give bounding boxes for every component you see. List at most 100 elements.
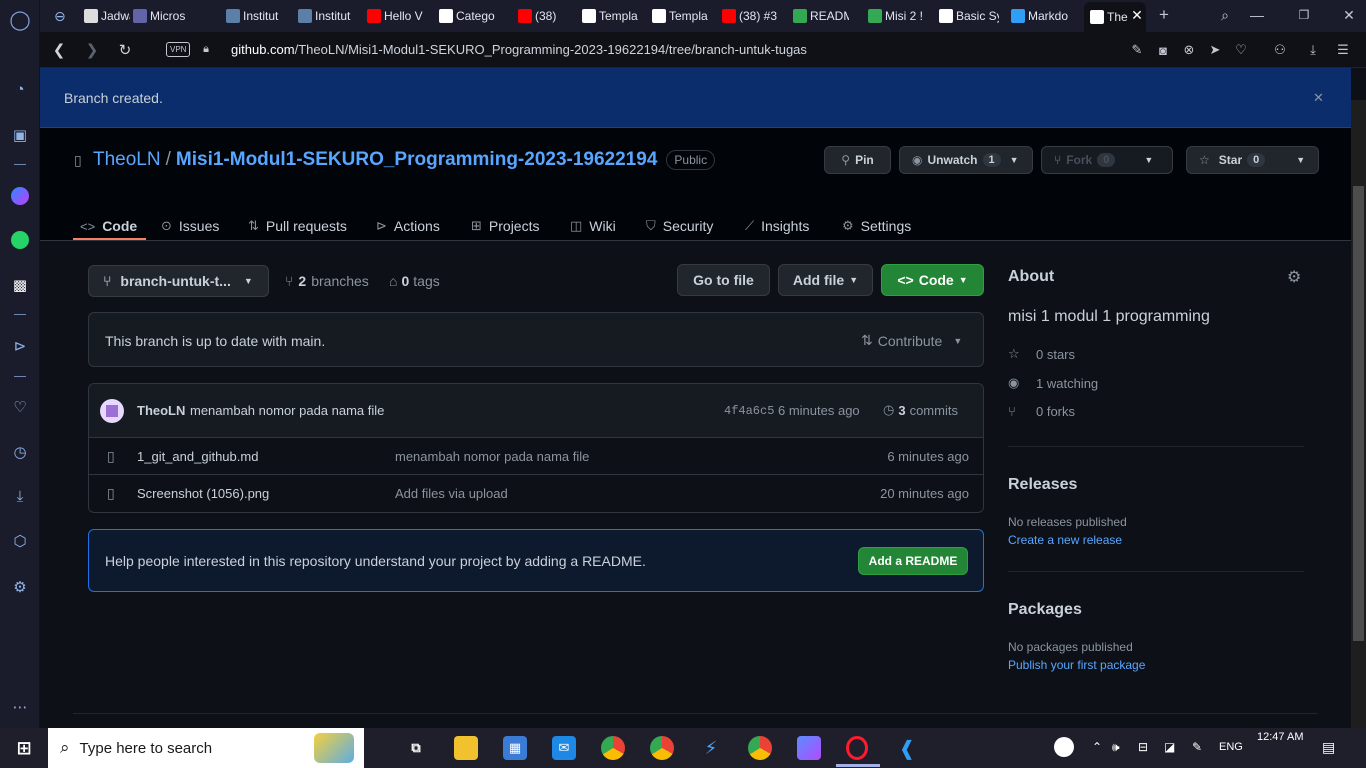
vscode-icon[interactable]: ❰ (895, 736, 919, 760)
file-name-link[interactable]: Screenshot (1056).png (137, 486, 269, 501)
fork-button[interactable]: ⑂ Fork 0 ▼ (1041, 146, 1173, 174)
scrollbar-thumb[interactable] (1353, 186, 1364, 641)
browser-tab[interactable]: Misi 2 ! (868, 4, 928, 28)
contribute-button[interactable]: ⇅ Contribute ▼ (861, 332, 962, 349)
heart-icon[interactable]: ♡ (9, 396, 31, 418)
vpn-badge[interactable]: VPN (166, 42, 191, 57)
file-explorer-icon[interactable] (454, 736, 478, 760)
network-icon[interactable]: ⊟ (1138, 740, 1148, 754)
packages-heading[interactable]: Packages (1008, 601, 1082, 619)
tab-insights[interactable]: ⟋ Insights (745, 216, 809, 236)
chrome-icon[interactable] (748, 736, 772, 760)
edit-icon[interactable]: ✎ (1128, 41, 1146, 59)
stars-link[interactable]: ☆ 0 stars (1008, 346, 1075, 362)
browser-tab[interactable]: Jadwal (84, 4, 130, 28)
profile-icon[interactable]: ⚇ (1271, 41, 1289, 59)
go-to-file-button[interactable]: Go to file (677, 264, 770, 296)
opera-logo-icon[interactable]: ◯ (9, 9, 31, 31)
dev-app-icon[interactable]: ⚡ (699, 736, 723, 760)
browser-tab[interactable]: Hello V (367, 4, 427, 28)
browser-tab[interactable]: (38) (518, 4, 570, 28)
browser-tab[interactable]: Basic Sy (939, 4, 999, 28)
windows-start-icon[interactable]: ⊞ (12, 736, 36, 760)
avatar[interactable] (100, 399, 124, 423)
forks-link[interactable]: ⑂ 0 forks (1008, 404, 1075, 419)
browser-tab[interactable]: Templa (652, 4, 708, 28)
file-name-link[interactable]: 1_git_and_github.md (137, 449, 258, 464)
browser-tab[interactable]: Micros (133, 4, 203, 28)
about-settings-gear-icon[interactable]: ⚙ (1287, 267, 1301, 287)
url-field[interactable]: github.com/TheoLN/Misi1-Modul1-SEKURO_Pr… (231, 42, 807, 57)
repo-name-link[interactable]: Misi1-Modul1-SEKURO_Programming-2023-196… (176, 149, 658, 171)
tab-actions[interactable]: ⊳ Actions (376, 216, 440, 236)
tab-search-icon[interactable]: ⌕ (1216, 6, 1234, 24)
add-file-button[interactable]: Add file ▼ (778, 264, 873, 296)
discord-icon[interactable]: ▩ (9, 274, 31, 296)
flash-close-icon[interactable]: ✕ (1313, 90, 1324, 106)
help-icon[interactable] (1054, 737, 1074, 757)
forward-button[interactable]: ❯ (82, 40, 102, 60)
tab-issues[interactable]: ⊙ Issues (161, 216, 219, 236)
volume-icon[interactable]: 🕪︎ (1112, 740, 1120, 755)
tab-code[interactable]: <> Code (80, 216, 137, 236)
watching-link[interactable]: ◉ 1 watching (1008, 375, 1098, 391)
branch-select-button[interactable]: ⑂ branch-untuk-t... ▼ (88, 265, 269, 297)
bookmark-heart-icon[interactable]: ♡ (1232, 41, 1250, 59)
browser-tab[interactable]: (38) #3 (722, 4, 780, 28)
browser-tab[interactable]: Institut (298, 4, 356, 28)
browser-tab[interactable]: Catego (439, 4, 497, 28)
branches-link[interactable]: ⑂ 2 branches (285, 271, 369, 291)
browser-tab[interactable]: Institut (226, 4, 284, 28)
commit-author[interactable]: TheoLN (137, 403, 185, 418)
taskbar-search[interactable]: ⌕ Type here to search (48, 728, 364, 768)
mail-icon[interactable]: ✉ (552, 736, 576, 760)
publish-package-link[interactable]: Publish your first package (1008, 658, 1145, 672)
microsoft-store-icon[interactable]: ▦ (503, 736, 527, 760)
chrome-icon[interactable] (601, 736, 625, 760)
speed-dial-icon[interactable]: ◔ (9, 78, 31, 100)
tab-security[interactable]: ⛉ Security (646, 216, 713, 236)
tab-settings[interactable]: ⚙ Settings (842, 216, 911, 236)
player-icon[interactable]: ⊳ (9, 335, 31, 357)
releases-heading[interactable]: Releases (1008, 476, 1077, 494)
tray-chevron-icon[interactable]: ⌃ (1092, 740, 1102, 754)
more-dots-icon[interactable]: ⋯ (9, 696, 31, 718)
code-dropdown-button[interactable]: <> Code ▼ (881, 264, 984, 296)
star-button[interactable]: ☆ Star 0 ▼ (1186, 146, 1319, 174)
unwatch-button[interactable]: ◉ Unwatch 1 ▼ (899, 146, 1033, 174)
tab-pull-requests[interactable]: ⇅ Pull requests (248, 216, 347, 236)
tab-projects[interactable]: ⊞ Projects (471, 216, 539, 236)
commit-message[interactable]: menambah nomor pada nama file (190, 403, 384, 418)
easy-setup-icon[interactable]: ☰ (1334, 41, 1352, 59)
browser-tab[interactable]: Markdo (1011, 4, 1071, 28)
file-commit-message[interactable]: menambah nomor pada nama file (395, 449, 589, 464)
pen-icon[interactable]: ✎ (1192, 740, 1202, 754)
history-clock-icon[interactable]: ◷ (9, 441, 31, 463)
extensions-cube-icon[interactable]: ⬡ (9, 530, 31, 552)
close-window-icon[interactable]: ✕ (1340, 6, 1358, 24)
browser-tab[interactable]: READM (793, 4, 849, 28)
chrome-icon[interactable] (650, 736, 674, 760)
commits-link[interactable]: ◷ 3 commits (883, 402, 958, 418)
copilot-icon[interactable] (797, 736, 821, 760)
opera-icon[interactable] (846, 736, 868, 760)
browser-tab[interactable]: Templa (582, 4, 638, 28)
minimize-icon[interactable]: — (1248, 6, 1266, 24)
task-view-icon[interactable]: ⧉ (404, 736, 428, 760)
clock-time[interactable]: 12:47 AM (1257, 731, 1303, 743)
notifications-icon[interactable]: ▤ (1322, 739, 1335, 756)
whatsapp-icon[interactable] (9, 229, 31, 251)
tags-link[interactable]: ⌂ 0 tags (389, 271, 440, 291)
messenger-icon[interactable] (9, 185, 31, 207)
restore-icon[interactable]: ❐ (1295, 6, 1313, 24)
tab-wiki[interactable]: ◫ Wiki (570, 216, 616, 236)
downloads-icon[interactable]: ⤓ (9, 485, 31, 507)
new-tab-icon[interactable]: + (1156, 5, 1172, 25)
back-button[interactable]: ❮ (49, 40, 69, 60)
create-release-link[interactable]: Create a new release (1008, 533, 1122, 547)
pin-button[interactable]: ⚲ Pin (824, 146, 891, 174)
close-tab-icon[interactable]: ✕ (1129, 7, 1145, 23)
file-commit-message[interactable]: Add files via upload (395, 486, 508, 501)
settings-gear-icon[interactable]: ⚙ (9, 576, 31, 598)
send-icon[interactable]: ➤ (1206, 41, 1224, 59)
